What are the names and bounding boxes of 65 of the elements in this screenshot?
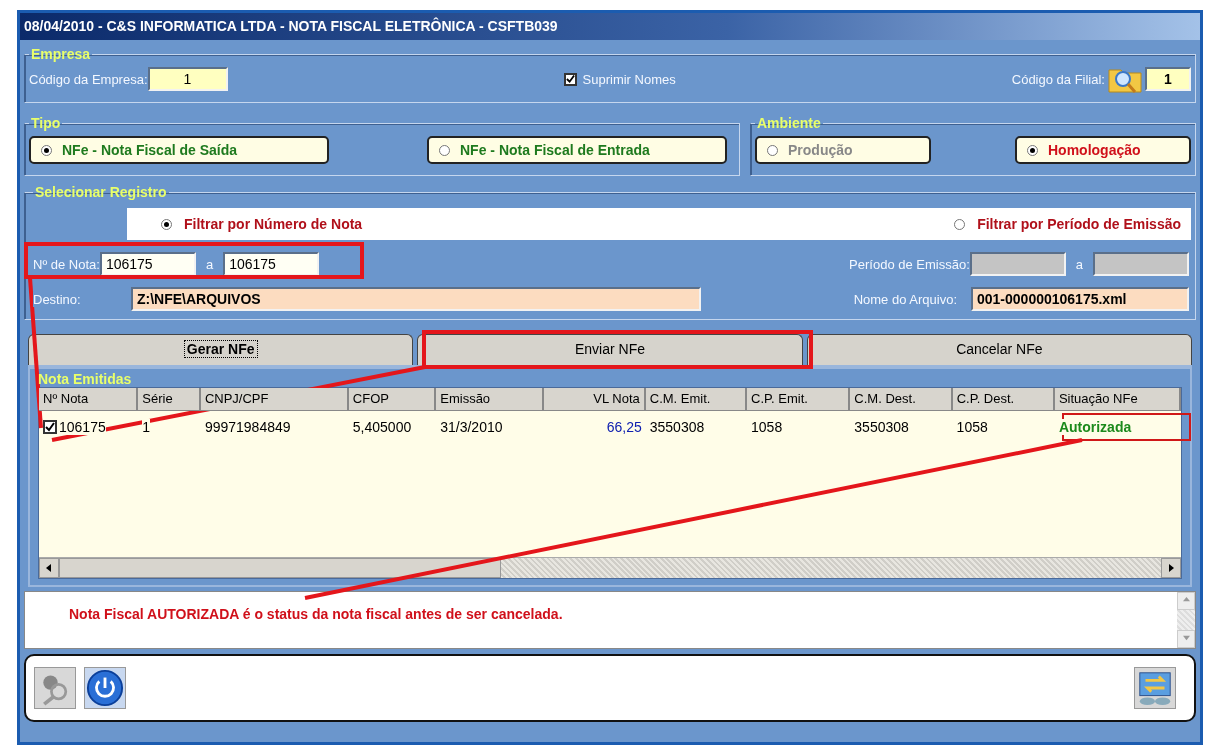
- option-label: Produção: [788, 142, 853, 158]
- column-header[interactable]: C.P. Emit.: [747, 388, 851, 411]
- table-cell: 31/3/2010: [440, 419, 503, 435]
- column-header[interactable]: CFOP: [348, 388, 437, 411]
- table-cell: 1058: [751, 419, 783, 435]
- group-legend: Empresa: [29, 46, 93, 62]
- horizontal-scrollbar[interactable]: [39, 557, 1181, 578]
- status-message: Nota Fiscal AUTORIZADA é o status da nota fiscal antes de ser cancelada.: [69, 606, 563, 622]
- table-cell: 1058: [956, 419, 988, 435]
- option-label: NFe - Nota Fiscal de Saída: [62, 142, 238, 158]
- up-arrow-icon[interactable]: [1182, 596, 1190, 603]
- column-header[interactable]: VL Nota: [543, 388, 646, 411]
- input-field[interactable]: 1: [147, 67, 228, 91]
- tab[interactable]: Enviar NFe: [417, 334, 803, 365]
- right-arrow-icon[interactable]: [1167, 564, 1175, 572]
- column-header[interactable]: C.M. Emit.: [645, 388, 748, 411]
- column-header[interactable]: Série: [138, 388, 201, 411]
- radio-button[interactable]: [1027, 144, 1038, 156]
- key-search-button[interactable]: [34, 667, 76, 709]
- vertical-scrollbar[interactable]: [1177, 592, 1195, 648]
- table-cell: 3550308: [649, 419, 705, 435]
- radio-button[interactable]: [439, 144, 450, 156]
- tab[interactable]: Cancelar NFe: [806, 334, 1192, 365]
- group-legend: Ambiente: [755, 115, 823, 131]
- radio-button[interactable]: [954, 218, 966, 230]
- table-cell: 3550308: [854, 419, 909, 435]
- table-cell: 66,25: [606, 419, 642, 435]
- table-cell: 1: [142, 419, 151, 435]
- input-field[interactable]: 001-000000106175.xml: [971, 287, 1189, 311]
- option-label: Filtrar por Período de Emissão: [977, 216, 1181, 232]
- table-cell: 5,405000: [352, 419, 412, 435]
- option-label: Filtrar por Número de Nota: [184, 216, 363, 232]
- power-button[interactable]: [84, 667, 126, 709]
- column-header[interactable]: Situação NFe: [1054, 388, 1181, 411]
- option-label: Homologação: [1048, 142, 1141, 158]
- option-frame[interactable]: NFe - Nota Fiscal de Entrada: [427, 136, 727, 164]
- option-frame[interactable]: Homologação: [1015, 136, 1191, 164]
- row-checkbox[interactable]: [43, 420, 57, 434]
- radio-button[interactable]: [41, 144, 52, 156]
- column-header[interactable]: Emissão: [436, 388, 544, 411]
- option-frame[interactable]: NFe - Nota Fiscal de Saída: [29, 136, 329, 164]
- input-field[interactable]: [969, 252, 1066, 276]
- input-field[interactable]: [1093, 252, 1189, 276]
- group-legend: Tipo: [29, 115, 63, 131]
- option-label: NFe - Nota Fiscal de Entrada: [460, 142, 650, 158]
- transfer-button[interactable]: [1134, 667, 1176, 709]
- left-arrow-icon[interactable]: [45, 564, 53, 572]
- group-legend: Nota Emitidas: [38, 369, 1182, 387]
- input-field[interactable]: 1: [1145, 67, 1191, 91]
- checkbox[interactable]: [563, 72, 577, 86]
- table-cell: 106175: [59, 419, 106, 435]
- table-cell: Autorizada: [1058, 419, 1132, 435]
- input-field[interactable]: Z:\NFE\ARQUIVOS: [131, 287, 701, 311]
- column-header[interactable]: C.M. Dest.: [850, 388, 953, 411]
- input-field[interactable]: 106175: [223, 252, 320, 276]
- group-legend: Selecionar Registro: [33, 184, 169, 200]
- input-field[interactable]: 106175: [99, 252, 196, 276]
- column-header[interactable]: Nº Nota: [39, 388, 139, 411]
- table-cell: 99971984849: [204, 419, 291, 435]
- down-arrow-icon[interactable]: [1182, 634, 1190, 641]
- radio-button[interactable]: [161, 218, 172, 230]
- window-title: 08/04/2010 - C&S INFORMATICA LTDA - NOTA FISCAL ELETRÔNICA - CSFTB039: [20, 13, 1200, 40]
- tab[interactable]: Gerar NFe: [28, 334, 414, 365]
- column-header[interactable]: CNPJ/CPF: [200, 388, 349, 411]
- column-header[interactable]: C.P. Dest.: [952, 388, 1055, 411]
